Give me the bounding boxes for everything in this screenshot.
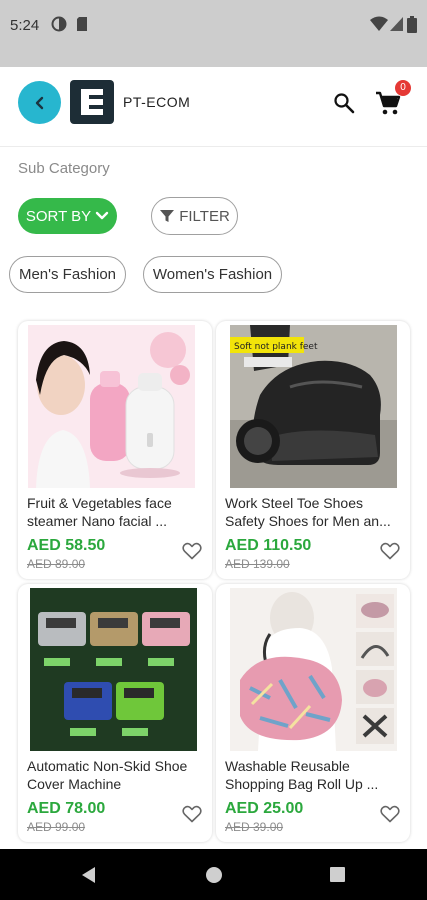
data-saver-icon (51, 16, 67, 32)
funnel-icon (160, 210, 175, 222)
nav-back-icon[interactable] (80, 866, 98, 884)
battery-icon (407, 16, 417, 33)
chevron-down-icon (95, 211, 109, 220)
status-bar: 5:24 (0, 0, 427, 67)
product-price: AED 78.00 (27, 800, 106, 817)
nav-home-icon[interactable] (205, 866, 223, 884)
cart-count-badge: 0 (395, 80, 411, 96)
product-image: Soft not plank feet (230, 325, 397, 488)
brand-logo (70, 80, 114, 124)
wifi-icon (370, 16, 388, 31)
chip-mens-fashion[interactable]: Men's Fashion (9, 256, 126, 293)
search-icon[interactable] (332, 91, 356, 115)
product-card[interactable]: Soft not plank feet Work Steel Toe Shoes… (216, 321, 410, 579)
product-card[interactable]: Automatic Non-Skid Shoe Cover Machine AE… (18, 584, 212, 842)
system-navigation-bar (0, 849, 427, 900)
product-price: AED 110.50 (225, 537, 312, 554)
brand-name: PT-ECOM (123, 94, 191, 110)
sim-card-icon (77, 17, 87, 31)
status-time: 5:24 (10, 17, 40, 34)
product-card[interactable]: Fruit & Vegetables face steamer Nano fac… (18, 321, 212, 579)
app-header: PT-ECOM 0 (0, 67, 427, 147)
product-title: Automatic Non-Skid Shoe Cover Machine (27, 758, 188, 792)
filter-button[interactable]: FILTER (151, 197, 238, 235)
product-image (230, 588, 397, 751)
product-title: Fruit & Vegetables face steamer Nano fac… (27, 495, 172, 529)
product-title: Work Steel Toe Shoes Safety Shoes for Me… (225, 495, 391, 529)
nav-recents-icon[interactable] (329, 866, 346, 883)
sort-by-label: SORT BY (25, 207, 92, 225)
chip-womens-fashion[interactable]: Women's Fashion (143, 256, 282, 293)
back-button[interactable] (18, 81, 61, 124)
image-overlay-text: Soft not plank feet (234, 342, 318, 352)
product-old-price: AED 89.00 (27, 557, 86, 571)
filter-label: FILTER (179, 207, 230, 225)
product-old-price: AED 39.00 (225, 820, 284, 834)
product-old-price: AED 99.00 (27, 820, 86, 834)
product-image (28, 325, 195, 488)
product-title: Washable Reusable Shopping Bag Roll Up .… (225, 758, 379, 792)
sort-by-button[interactable]: SORT BY (18, 198, 117, 234)
arrow-left-icon (35, 96, 43, 109)
heart-outline-icon[interactable] (380, 805, 400, 823)
product-image (30, 588, 197, 751)
product-old-price: AED 139.00 (225, 557, 290, 571)
signal-icon (390, 17, 403, 31)
product-price: AED 58.50 (27, 537, 106, 554)
heart-outline-icon[interactable] (182, 542, 202, 560)
product-price: AED 25.00 (225, 800, 304, 817)
heart-outline-icon[interactable] (380, 542, 400, 560)
product-card[interactable]: Washable Reusable Shopping Bag Roll Up .… (216, 584, 410, 842)
heart-outline-icon[interactable] (182, 805, 202, 823)
sub-category-heading: Sub Category (18, 160, 110, 177)
